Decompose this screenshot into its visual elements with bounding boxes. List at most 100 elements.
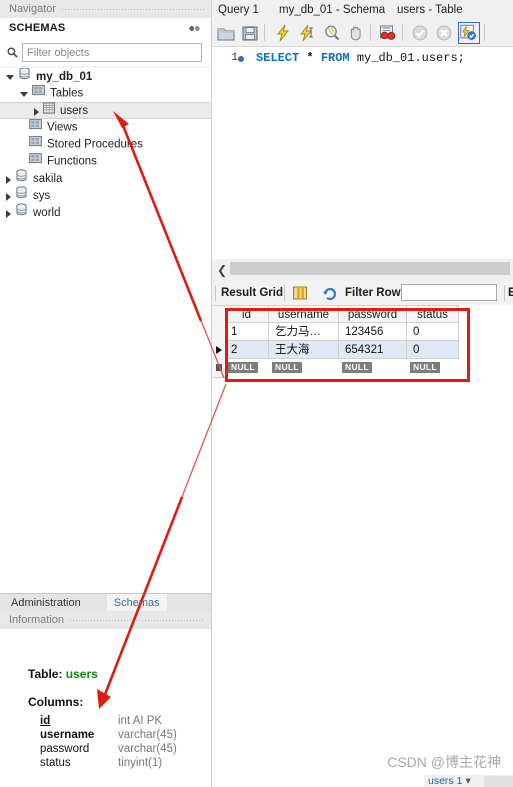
information-columns-label: Columns: [28, 695, 84, 709]
export-label: E [508, 287, 513, 299]
sql-keyword-select: SELECT [256, 51, 300, 65]
information-panel-header: Information [0, 611, 211, 629]
grid-toolbar-separator-3 [504, 285, 505, 301]
chevron-down-icon[interactable]: ▾ [465, 775, 470, 787]
explain-query-icon[interactable] [322, 23, 342, 43]
stop-execution-icon[interactable] [346, 23, 366, 43]
folder-icon [29, 152, 42, 170]
line-number: 1 [231, 52, 238, 64]
cell-status[interactable]: 0 [407, 323, 459, 341]
autocommit-icon[interactable] [458, 22, 480, 44]
null-value-badge: NULL [410, 362, 440, 373]
sql-statement: SELECT * FROM my_db_01.users; [256, 51, 465, 65]
row-gutter[interactable] [212, 359, 226, 378]
tree-item-tables[interactable]: Tables [0, 85, 211, 102]
cell-password[interactable]: 123456 [339, 323, 407, 341]
csdn-watermark: CSDN @博主花神 [387, 754, 501, 770]
folder-icon [32, 84, 45, 102]
cell-username[interactable]: 王大海 [269, 341, 339, 359]
cell-password[interactable]: 654321 [339, 341, 407, 359]
sidebar-tab-administration[interactable]: Administration [4, 594, 88, 612]
edit-row-marker-icon [216, 364, 222, 371]
result-grid-header-row[interactable]: id username password status [212, 305, 459, 325]
result-grid[interactable]: id username password status 1 乞力马… 123456 0 2 王大海… [212, 305, 513, 378]
editor-tab-bar[interactable]: Query 1 my_db_01 - Schema users - Table [212, 0, 513, 21]
result-set-tab-label: users 1 [428, 775, 463, 787]
sidebar-tab-strip[interactable]: Administration Schemas [0, 593, 211, 612]
information-column-name: id [40, 715, 51, 727]
table-icon [43, 102, 55, 119]
current-row-marker-icon [216, 346, 222, 354]
expand-arrow-icon[interactable] [6, 75, 14, 80]
expand-arrow-icon[interactable] [20, 91, 28, 97]
tree-item-stored-procedures[interactable]: Stored Procedures [0, 136, 211, 153]
schema-icon [18, 68, 31, 86]
cell-id[interactable]: 1 [225, 323, 269, 341]
toggle-stop-on-error-icon[interactable] [378, 23, 398, 43]
toolbar-separator-3 [402, 24, 403, 41]
expand-arrow-icon[interactable] [6, 192, 11, 201]
editor-tab-0[interactable]: Query 1 [218, 0, 259, 20]
tree-item-sys[interactable]: sys [0, 186, 211, 204]
save-script-icon[interactable] [240, 23, 260, 43]
schemas-header-bar: SCHEMAS [0, 18, 211, 40]
open-script-icon[interactable] [216, 23, 236, 43]
tree-item-label: world [33, 207, 61, 219]
commit-icon [410, 23, 430, 43]
schema-tree[interactable]: my_db_01 Tables users Views Stored Procedure… [0, 68, 211, 593]
information-table-label: Table: [28, 667, 63, 681]
result-set-tab[interactable]: users 1 ▾ [428, 775, 471, 787]
information-column-name: username [40, 729, 95, 741]
execute-current-statement-icon[interactable] [298, 23, 318, 43]
result-bottom-bar: users 1 ▾ [424, 775, 513, 787]
main-area: Query 1 my_db_01 - Schema users - Table [212, 0, 513, 787]
execute-icon[interactable] [274, 23, 294, 43]
new-row-placeholder[interactable]: NULL NULL NULL NULL [212, 359, 459, 378]
tree-item-my-db-01[interactable]: my_db_01 [0, 68, 211, 85]
information-column-type: int AI PK [118, 715, 163, 727]
sidebar-tab-schemas[interactable]: Schemas [106, 594, 167, 612]
toolbar-separator-4 [484, 24, 485, 41]
information-table-line: Table: users [28, 667, 98, 681]
null-value-badge: NULL [272, 362, 302, 373]
sidebar-toggle-icon[interactable] [188, 23, 201, 34]
tree-item-sakila[interactable]: sakila [0, 169, 211, 187]
information-column-name: status [40, 757, 71, 769]
cell-status[interactable]: 0 [407, 341, 459, 359]
sql-editor[interactable]: 1 SELECT * FROM my_db_01.users; [212, 47, 513, 259]
result-grid-label: Result Grid [221, 287, 283, 299]
cell-id[interactable]: 2 [225, 341, 269, 359]
cell-username[interactable]: 乞力马… [269, 323, 339, 341]
column-header-id[interactable]: id [225, 305, 269, 323]
editor-tab-2[interactable]: users - Table [397, 0, 463, 20]
rollback-icon [434, 23, 454, 43]
tree-item-label: sakila [33, 173, 63, 185]
search-icon [7, 47, 18, 58]
table-row[interactable]: 2 王大海 654321 0 [212, 341, 459, 360]
tree-item-label: Tables [50, 87, 84, 100]
column-header-password[interactable]: password [339, 305, 407, 323]
column-header-status[interactable]: status [407, 305, 459, 323]
editor-tab-1[interactable]: my_db_01 - Schema [279, 0, 385, 20]
column-header-username[interactable]: username [269, 305, 339, 323]
grid-columns-icon[interactable] [292, 285, 308, 304]
results-splitter-row: ❮ [212, 259, 513, 281]
row-gutter[interactable] [212, 323, 226, 342]
filter-rows-input[interactable] [401, 284, 497, 301]
expand-arrow-icon[interactable] [34, 107, 39, 116]
tree-item-views[interactable]: Views [0, 119, 211, 136]
tree-item-users[interactable]: users [0, 102, 211, 119]
tree-item-functions[interactable]: Functions [0, 153, 211, 170]
collapse-left-icon[interactable]: ❮ [215, 263, 229, 277]
tree-item-label: Stored Procedures [47, 138, 143, 151]
expand-arrow-icon[interactable] [6, 175, 11, 184]
refresh-icon[interactable] [322, 285, 338, 304]
splitter-handle[interactable] [230, 262, 510, 275]
sql-editor-toolbar [212, 20, 513, 47]
tree-item-world[interactable]: world [0, 203, 211, 221]
row-gutter[interactable] [212, 305, 226, 325]
tree-item-label: Functions [47, 155, 97, 168]
filter-objects-input[interactable] [22, 43, 202, 62]
table-row[interactable]: 1 乞力马… 123456 0 [212, 323, 459, 342]
expand-arrow-icon[interactable] [6, 209, 11, 218]
